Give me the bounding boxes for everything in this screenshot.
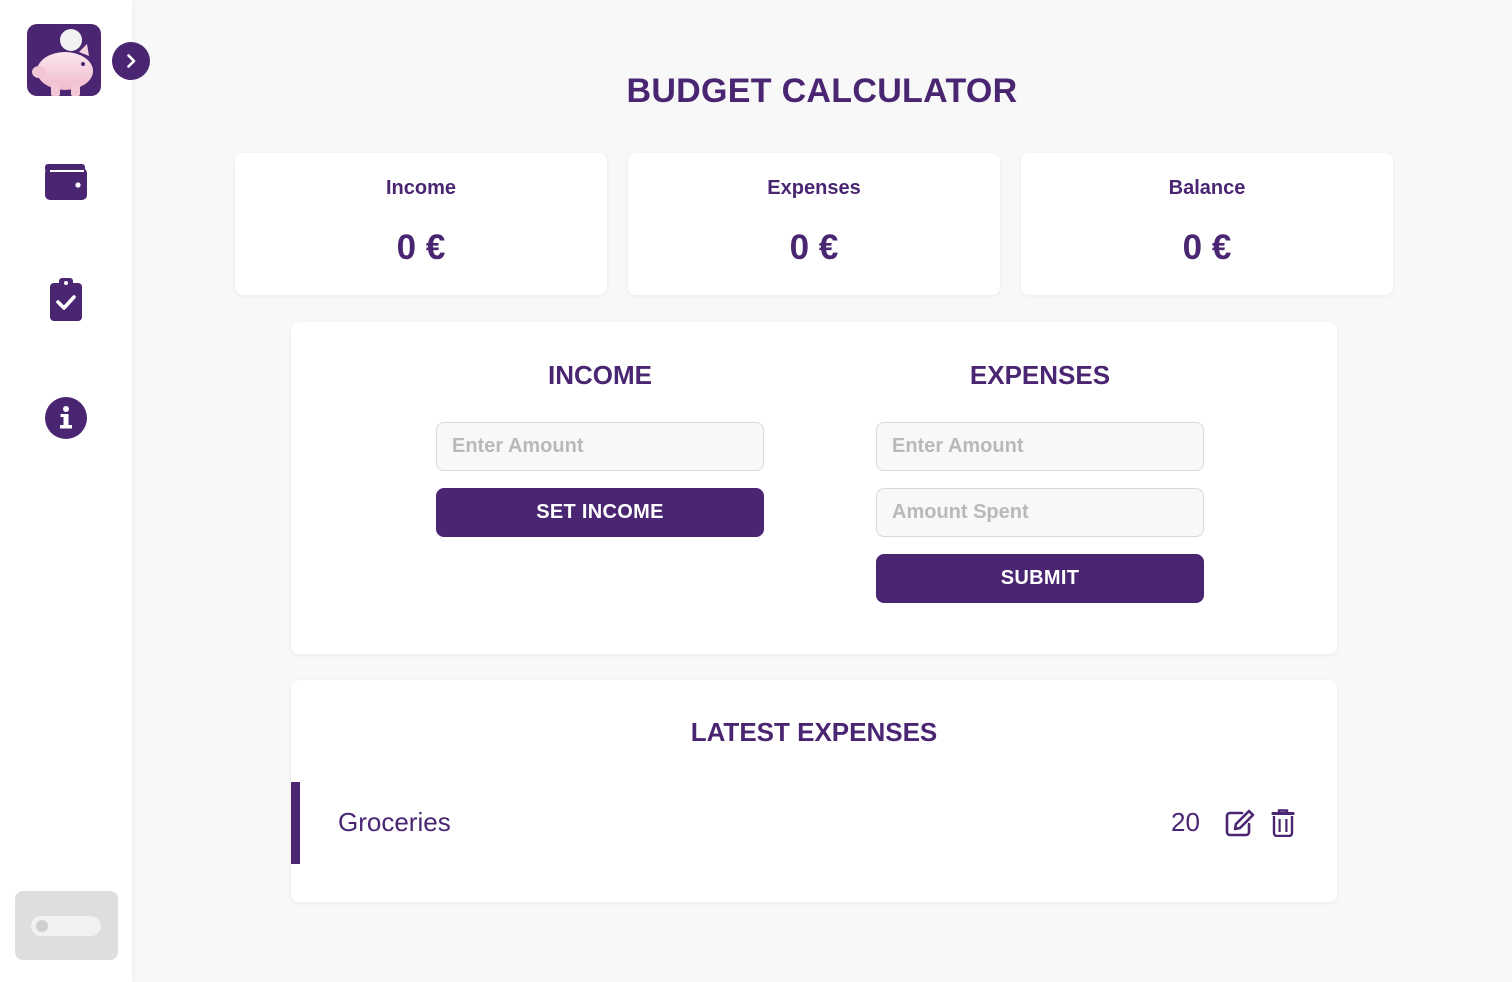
amount-spent-input[interactable]	[876, 488, 1204, 537]
expenses-summary-card: Expenses 0 €	[628, 153, 1000, 295]
theme-toggle-panel	[15, 891, 118, 960]
balance-summary-label: Balance	[1168, 177, 1246, 199]
set-income-button[interactable]: SET INCOME	[436, 488, 764, 537]
sidebar-item-tasks[interactable]	[44, 277, 88, 321]
delete-expense-button[interactable]	[1266, 806, 1300, 840]
expenses-summary-value: 0 €	[789, 228, 839, 267]
edit-icon	[1225, 809, 1255, 837]
clipboard-check-icon	[50, 278, 82, 321]
income-amount-input[interactable]	[436, 422, 764, 471]
income-summary-label: Income	[385, 177, 457, 199]
sidebar-item-wallet[interactable]	[44, 159, 88, 203]
chevron-right-icon	[127, 54, 136, 68]
app-logo[interactable]	[27, 24, 101, 96]
trash-icon	[1271, 809, 1295, 837]
income-summary-value: 0 €	[396, 228, 446, 267]
expenses-form-title: EXPENSES	[969, 360, 1111, 390]
piggy-bank-coin-icon	[32, 29, 93, 96]
latest-expenses-panel: LATEST EXPENSES Groceries 20	[291, 680, 1337, 902]
edit-expense-button[interactable]	[1223, 806, 1257, 840]
sidebar-item-info[interactable]	[44, 396, 88, 440]
list-item-accent-bar	[291, 782, 300, 864]
theme-toggle-knob	[36, 920, 48, 932]
balance-summary-value: 0 €	[1182, 228, 1232, 267]
expense-amount: 20	[1171, 807, 1200, 837]
page-title: BUDGET CALCULATOR	[626, 72, 1018, 110]
expenses-summary-label: Expenses	[767, 177, 861, 199]
budget-form-panel: INCOME SET INCOME EXPENSES SUBMIT	[291, 322, 1337, 654]
expense-amount-input[interactable]	[876, 422, 1204, 471]
submit-expense-button[interactable]: SUBMIT	[876, 554, 1204, 603]
expense-name: Groceries	[338, 807, 451, 837]
wallet-icon	[45, 164, 87, 200]
sidebar-toggle-button[interactable]	[112, 42, 150, 80]
sidebar	[0, 0, 150, 982]
balance-summary-card: Balance 0 €	[1021, 153, 1393, 295]
theme-toggle-switch[interactable]	[31, 916, 101, 936]
info-circle-icon	[45, 397, 87, 439]
income-form-title: INCOME	[548, 360, 652, 390]
latest-expenses-title: LATEST EXPENSES	[690, 717, 938, 747]
list-item: Groceries 20	[291, 782, 1337, 864]
income-summary-card: Income 0 €	[235, 153, 607, 295]
